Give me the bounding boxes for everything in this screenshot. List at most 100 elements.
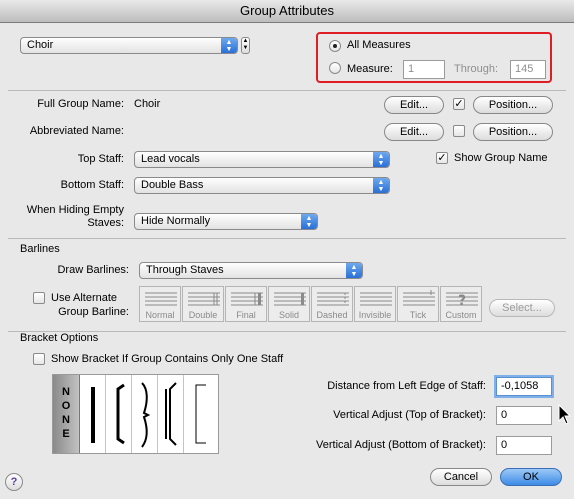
popup-arrows-icon: ▲ ▼ — [373, 152, 389, 167]
square-bracket-thin-icon — [195, 384, 206, 444]
help-button[interactable]: ? — [5, 473, 23, 491]
bracket-square-thick[interactable] — [106, 375, 132, 453]
svg-text:?: ? — [458, 293, 466, 308]
barline-tick-icon — [403, 290, 435, 306]
barline-custom-icon: ? — [446, 292, 478, 308]
barline-solid-label: Solid — [278, 310, 299, 320]
cancel-button[interactable]: Cancel — [430, 468, 492, 486]
draw-barlines-select[interactable]: Through Staves ▲ ▼ — [139, 262, 363, 279]
vertical-adjust-bottom-label: Vertical Adjust (Bottom of Bracket): — [316, 439, 486, 451]
popup-arrows-icon: ▲ ▼ — [301, 214, 317, 229]
top-staff-label: Top Staff: — [77, 153, 124, 165]
bracket-options-section-title: Bracket Options — [20, 332, 99, 344]
show-group-name-label: Show Group Name — [454, 152, 548, 164]
barline-normal-icon — [145, 292, 177, 306]
position-abbr-name-button[interactable]: Position... — [473, 123, 553, 141]
vertical-adjust-bottom-field[interactable]: 0 — [496, 436, 552, 455]
barline-dashed-icon — [317, 292, 349, 306]
position-full-name-button[interactable]: Position... — [473, 96, 553, 114]
barline-tick-label: Tick — [409, 310, 427, 320]
measure-label: Measure: — [347, 63, 393, 75]
show-full-name-checkbox[interactable]: ✓ — [453, 98, 465, 110]
abbreviated-name-label: Abbreviated Name: — [29, 125, 124, 137]
show-bracket-one-staff-label: Show Bracket If Group Contains Only One … — [51, 353, 284, 365]
piano-brace-icon — [165, 382, 177, 446]
barline-solid[interactable]: Solid — [268, 286, 310, 322]
top-staff-select[interactable]: Lead vocals ▲ ▼ — [134, 151, 390, 168]
use-alternate-barline-checkbox[interactable] — [33, 292, 45, 304]
show-group-name-checkbox[interactable]: ✓ — [436, 152, 448, 164]
barline-double[interactable]: Double — [182, 286, 224, 322]
edit-abbr-name-button[interactable]: Edit... — [384, 123, 444, 141]
hiding-empty-select[interactable]: Hide Normally ▲ ▼ — [134, 213, 318, 230]
draw-barlines-value: Through Staves — [146, 264, 224, 276]
barline-double-icon — [188, 292, 220, 306]
hiding-empty-label-1: When Hiding Empty — [26, 204, 124, 216]
group-select-value: Choir — [27, 39, 54, 51]
barline-invisible-icon — [360, 292, 392, 306]
mouse-pointer-icon — [558, 404, 572, 425]
measure-radio[interactable] — [329, 62, 341, 74]
bottom-staff-value: Double Bass — [141, 179, 204, 191]
hiding-empty-value: Hide Normally — [141, 215, 211, 227]
window-title: Group Attributes — [0, 0, 574, 23]
edit-full-name-button[interactable]: Edit... — [384, 96, 444, 114]
barline-final-icon — [231, 292, 263, 306]
popup-arrows-icon: ▲ ▼ — [346, 263, 362, 278]
group-select[interactable]: Choir ▲ ▼ — [20, 37, 238, 54]
distance-from-left-field[interactable]: -0,1058 — [496, 377, 552, 396]
barline-double-label: Double — [188, 310, 218, 320]
separator — [8, 90, 566, 91]
full-group-name-label: Full Group Name: — [37, 98, 124, 110]
vertical-adjust-top-field[interactable]: 0 — [496, 406, 552, 425]
bottom-staff-label: Bottom Staff: — [60, 179, 124, 191]
barline-dashed-label: Dashed — [316, 310, 348, 320]
bracket-piano-brace[interactable] — [158, 375, 184, 453]
all-measures-label: All Measures — [347, 39, 411, 51]
barline-normal[interactable]: Normal — [139, 286, 181, 322]
square-bracket-thick-icon — [116, 383, 125, 445]
thick-line-bracket-icon — [91, 387, 95, 443]
barline-dashed[interactable]: Dashed — [311, 286, 353, 322]
barlines-section-title: Barlines — [20, 243, 60, 255]
barline-final[interactable]: Final — [225, 286, 267, 322]
show-abbr-name-checkbox[interactable] — [453, 125, 465, 137]
barline-tick[interactable]: Tick — [397, 286, 439, 322]
popup-arrows-icon: ▲ ▼ — [373, 178, 389, 193]
bracket-none-letter: O — [61, 400, 71, 412]
bracket-square-thin[interactable] — [184, 375, 218, 453]
bracket-none[interactable]: N O N E — [53, 375, 80, 453]
bracket-curly[interactable] — [132, 375, 158, 453]
measure-from-field[interactable]: 1 — [403, 60, 445, 79]
select-barline-button[interactable]: Select... — [489, 299, 555, 317]
bracket-style-picker: N O N E — [52, 374, 219, 454]
ok-button[interactable]: OK — [500, 468, 562, 486]
through-label: Through: — [454, 63, 499, 75]
bracket-thick-line[interactable] — [80, 375, 106, 453]
bracket-none-letter: N — [62, 414, 70, 426]
vertical-adjust-top-label: Vertical Adjust (Top of Bracket): — [333, 409, 486, 421]
use-alternate-label-2: Group Barline: — [58, 306, 129, 318]
show-bracket-one-staff-checkbox[interactable] — [33, 353, 45, 365]
popup-arrows-icon: ▲ ▼ — [221, 38, 237, 53]
full-group-name-value: Choir — [134, 98, 161, 110]
distance-from-left-label: Distance from Left Edge of Staff: — [327, 380, 486, 392]
barline-normal-label: Normal — [145, 310, 175, 320]
barline-invisible-label: Invisible — [358, 310, 392, 320]
barline-custom[interactable]: ? Custom — [440, 286, 482, 322]
draw-barlines-label: Draw Barlines: — [57, 264, 129, 276]
measure-through-field[interactable]: 145 — [510, 60, 546, 79]
curly-brace-icon — [141, 382, 151, 448]
barline-final-label: Final — [236, 310, 256, 320]
use-alternate-label-1: Use Alternate — [51, 292, 118, 304]
barline-invisible[interactable]: Invisible — [354, 286, 396, 322]
barline-custom-label: Custom — [445, 310, 477, 320]
hiding-empty-label-2: Staves: — [87, 217, 124, 229]
all-measures-radio[interactable] — [329, 40, 341, 52]
barline-solid-icon — [274, 292, 306, 306]
top-staff-value: Lead vocals — [141, 153, 200, 165]
group-stepper[interactable]: ▲ ▼ — [241, 37, 250, 54]
bracket-none-letter: N — [62, 386, 70, 398]
bracket-none-letter: E — [62, 428, 70, 440]
bottom-staff-select[interactable]: Double Bass ▲ ▼ — [134, 177, 390, 194]
